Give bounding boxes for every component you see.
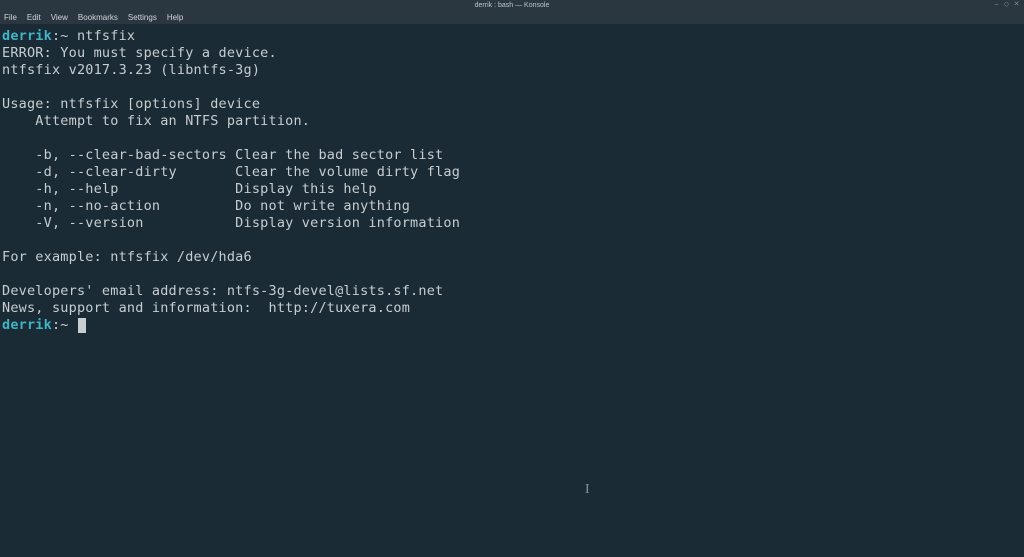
output-line: -b, --clear-bad-sectors Clear the bad se… <box>2 147 443 163</box>
prompt-user: derrik <box>2 28 52 44</box>
output-line: -V, --version Display version informatio… <box>2 215 460 231</box>
menu-edit[interactable]: Edit <box>27 13 41 22</box>
prompt-user: derrik <box>2 317 52 333</box>
close-button[interactable]: ✕ <box>1013 1 1020 8</box>
window-title: derrik : bash — Konsole <box>475 2 550 9</box>
output-line: Usage: ntfsfix [options] device <box>2 96 260 112</box>
maximize-button[interactable]: ◇ <box>1003 1 1010 8</box>
cursor-block <box>78 318 86 333</box>
output-line: -h, --help Display this help <box>2 181 377 197</box>
menubar: File Edit View Bookmarks Settings Help <box>0 10 1024 24</box>
prompt-path: ~ <box>60 28 68 44</box>
prompt-path: ~ <box>60 317 68 333</box>
text-cursor-icon: I <box>585 482 590 498</box>
output-line: ERROR: You must specify a device. <box>2 45 277 61</box>
minimize-button[interactable]: ⎯ <box>993 1 1000 8</box>
output-line: Developers' email address: ntfs-3g-devel… <box>2 283 443 299</box>
menu-file[interactable]: File <box>4 13 17 22</box>
output-line: News, support and information: http://tu… <box>2 300 410 316</box>
menu-view[interactable]: View <box>51 13 68 22</box>
output-line: Attempt to fix an NTFS partition. <box>2 113 310 129</box>
terminal-area[interactable]: derrik:~ ntfsfix ERROR: You must specify… <box>0 24 1024 338</box>
command-text: ntfsfix <box>77 28 135 44</box>
output-line: ntfsfix v2017.3.23 (libntfs-3g) <box>2 62 260 78</box>
output-line: -n, --no-action Do not write anything <box>2 198 410 214</box>
window-controls: ⎯ ◇ ✕ <box>993 1 1020 8</box>
menu-bookmarks[interactable]: Bookmarks <box>78 13 118 22</box>
titlebar: derrik : bash — Konsole ⎯ ◇ ✕ <box>0 0 1024 10</box>
menu-settings[interactable]: Settings <box>128 13 157 22</box>
menu-help[interactable]: Help <box>167 13 183 22</box>
output-line: -d, --clear-dirty Clear the volume dirty… <box>2 164 460 180</box>
output-line: For example: ntfsfix /dev/hda6 <box>2 249 252 265</box>
